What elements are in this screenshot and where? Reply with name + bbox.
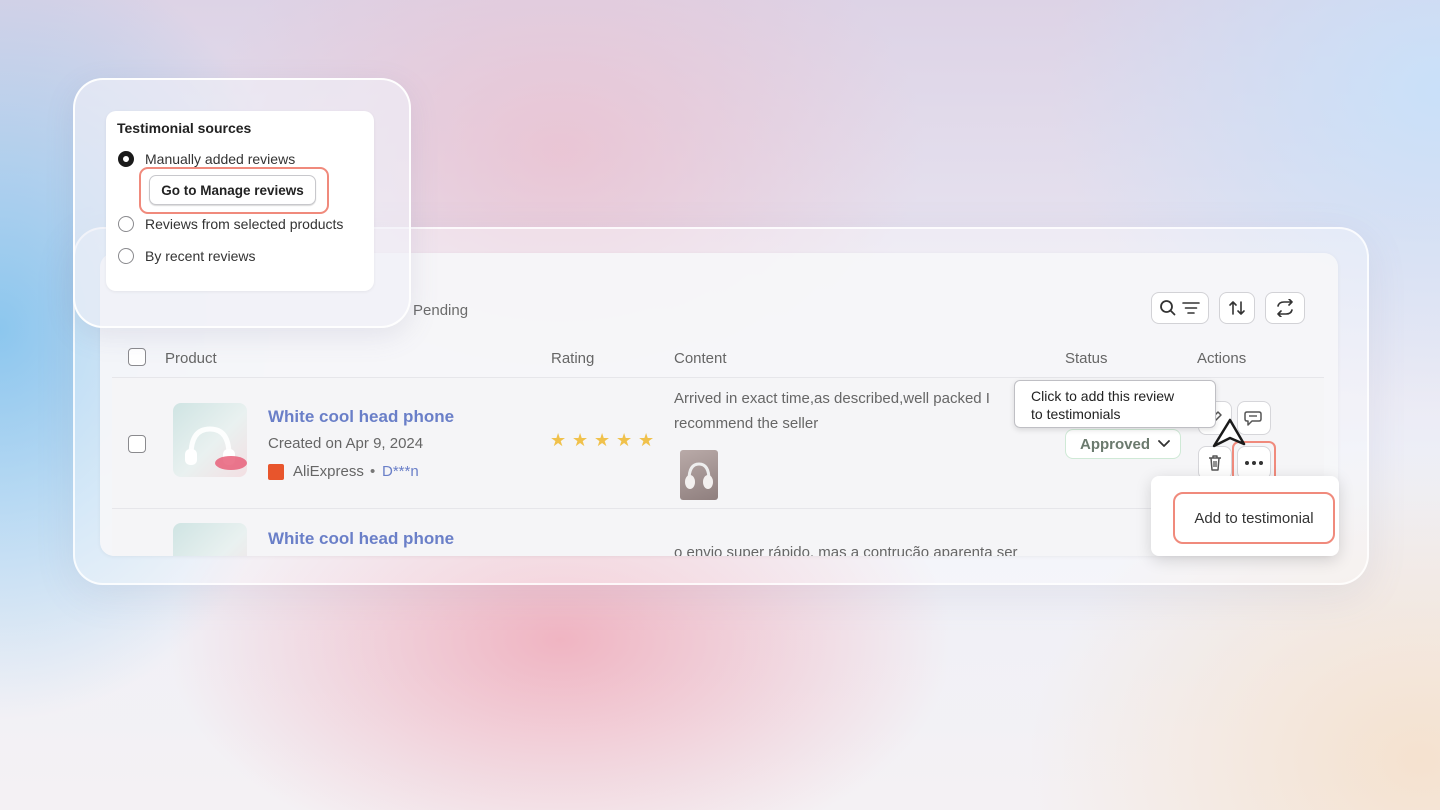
row-checkbox[interactable] (128, 435, 146, 453)
sources-title: Testimonial sources (117, 120, 252, 136)
separator-dot: • (370, 463, 376, 480)
more-horizontal-icon (1245, 461, 1263, 465)
cursor-icon (1212, 418, 1246, 448)
more-actions-button[interactable] (1237, 446, 1271, 480)
delete-button[interactable] (1198, 446, 1232, 480)
sort-icon (1229, 301, 1245, 315)
sort-button[interactable] (1219, 292, 1255, 324)
review-content-line1: Arrived in exact time,as described,well … (674, 390, 990, 407)
tooltip-line2: to testimonials (1031, 406, 1121, 422)
status-dropdown[interactable]: Approved (1065, 429, 1182, 459)
refresh-icon (1277, 299, 1293, 317)
radio-selected-products[interactable]: Reviews from selected products (118, 216, 343, 232)
add-to-testimonial-item[interactable]: Add to testimonial (1173, 492, 1335, 544)
review-photo[interactable] (680, 450, 718, 500)
trash-icon (1209, 455, 1221, 471)
table-header: Product Rating Content Status Actions (112, 344, 1324, 378)
chat-icon (1244, 411, 1262, 426)
star-icon: ★ (616, 430, 633, 450)
radio-label: By recent reviews (145, 248, 256, 264)
review-source: AliExpress (293, 463, 364, 480)
star-icon: ★ (550, 430, 567, 450)
radio-label: Manually added reviews (145, 151, 296, 167)
select-all-checkbox[interactable] (128, 348, 146, 366)
testimonial-sources-panel: Testimonial sources Manually added revie… (106, 111, 374, 291)
product-title[interactable]: White cool head phone (268, 407, 454, 427)
chevron-down-icon (1158, 440, 1170, 447)
table-row: White cool head phone o envio super rápi… (112, 508, 1324, 556)
radio-label: Reviews from selected products (145, 216, 344, 232)
headphone-photo (685, 462, 713, 489)
radio-button[interactable] (118, 216, 134, 232)
search-icon (1160, 300, 1200, 316)
actions-popover: Add to testimonial (1151, 476, 1339, 556)
star-icon: ★ (638, 430, 655, 450)
radio-button[interactable] (118, 248, 134, 264)
review-author[interactable]: D***n (382, 463, 419, 480)
review-content-line2: recommend the seller (674, 415, 819, 432)
search-filter-button[interactable] (1151, 292, 1209, 324)
header-content: Content (674, 350, 727, 367)
tooltip-line1: Click to add this review (1031, 388, 1175, 404)
refresh-button[interactable] (1265, 292, 1305, 324)
radio-button-selected[interactable] (118, 151, 134, 167)
headphone-image (185, 426, 247, 470)
go-to-manage-reviews-button[interactable]: Go to Manage reviews (149, 175, 316, 205)
star-icon: ★ (572, 430, 589, 450)
aliexpress-icon (268, 464, 284, 480)
add-testimonial-tooltip: Click to add this review to testimonials (1014, 380, 1216, 428)
star-icon: ★ (594, 430, 611, 450)
radio-manual[interactable]: Manually added reviews (118, 151, 295, 167)
header-actions: Actions (1197, 350, 1247, 367)
created-date: Created on Apr 9, 2024 (268, 435, 424, 452)
product-title[interactable]: White cool head phone (268, 529, 454, 549)
product-thumbnail (173, 523, 247, 556)
radio-recent[interactable]: By recent reviews (118, 248, 255, 264)
header-rating: Rating (551, 350, 595, 367)
tab-pending[interactable]: Pending (413, 302, 468, 319)
status-label: Approved (1080, 435, 1151, 453)
review-content-line1: o envio super rápido, mas a contrução ap… (674, 544, 1018, 556)
product-thumbnail (173, 403, 247, 477)
manage-button-highlight: Go to Manage reviews (139, 167, 329, 214)
header-product: Product (165, 350, 217, 367)
header-status: Status (1065, 350, 1108, 367)
